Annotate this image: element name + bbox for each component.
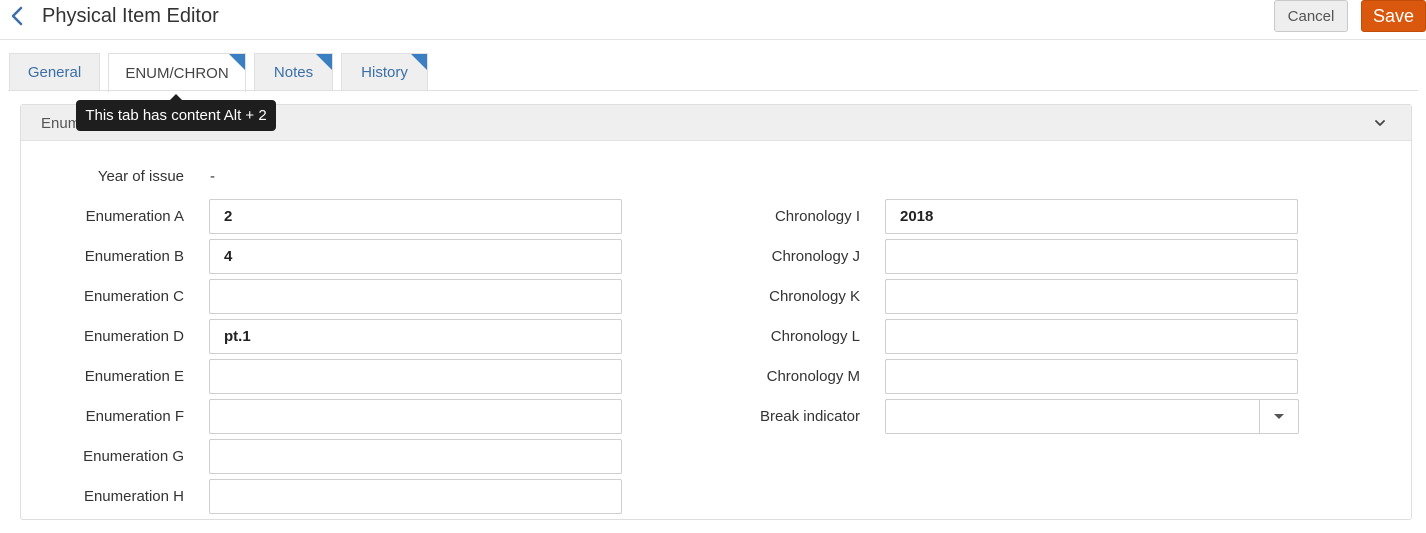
- enumeration-d-label: Enumeration D: [83, 328, 184, 345]
- enumeration-a-field[interactable]: [209, 199, 622, 234]
- cancel-button[interactable]: Cancel: [1274, 0, 1348, 32]
- chevron-down-icon[interactable]: [1373, 117, 1387, 129]
- enumeration-e-label: Enumeration E: [84, 368, 184, 385]
- tab-history[interactable]: History: [341, 53, 428, 91]
- page-title: Physical Item Editor: [42, 5, 219, 27]
- enumeration-g-field[interactable]: [209, 439, 622, 474]
- tab-label: History: [361, 64, 408, 81]
- chronology-l-label: Chronology L: [770, 328, 860, 345]
- tab-label: Notes: [273, 64, 314, 81]
- chronology-j-field[interactable]: [885, 239, 1298, 274]
- has-content-indicator: [316, 54, 332, 70]
- save-button[interactable]: Save: [1361, 0, 1426, 32]
- enumeration-g-label: Enumeration G: [83, 448, 184, 465]
- enumeration-f-field[interactable]: [209, 399, 622, 434]
- chevron-left-icon: [11, 6, 23, 26]
- tab-enum-chron[interactable]: ENUM/CHRON: [108, 53, 246, 92]
- caret-down-icon[interactable]: [1274, 414, 1284, 419]
- tabs-divider: [8, 90, 1418, 91]
- enumeration-h-field[interactable]: [209, 479, 622, 514]
- tab-general[interactable]: General: [9, 53, 100, 91]
- tab-notes[interactable]: Notes: [254, 53, 333, 91]
- break-indicator-label: Break indicator: [759, 408, 860, 425]
- chronology-i-field[interactable]: [885, 199, 1298, 234]
- enumeration-b-label: Enumeration B: [84, 248, 184, 265]
- back-button[interactable]: [8, 4, 26, 28]
- enumeration-b-field[interactable]: [209, 239, 622, 274]
- tab-tooltip: This tab has content Alt + 2: [76, 94, 276, 131]
- chronology-k-label: Chronology K: [769, 288, 860, 305]
- chronology-m-label: Chronology M: [766, 368, 860, 385]
- chronology-j-label: Chronology J: [771, 248, 860, 265]
- page-header: Physical Item Editor Cancel Save: [0, 0, 1426, 40]
- chronology-m-field[interactable]: [885, 359, 1298, 394]
- enumeration-e-field[interactable]: [209, 359, 622, 394]
- enumeration-h-label: Enumeration H: [83, 488, 184, 505]
- enumeration-c-field[interactable]: [209, 279, 622, 314]
- enumeration-c-label: Enumeration C: [83, 288, 184, 305]
- select-divider: [1259, 400, 1260, 433]
- chronology-i-label: Chronology I: [774, 208, 860, 225]
- enumeration-f-label: Enumeration F: [85, 408, 184, 425]
- chronology-l-field[interactable]: [885, 319, 1298, 354]
- has-content-indicator: [411, 54, 427, 70]
- chronology-k-field[interactable]: [885, 279, 1298, 314]
- break-indicator-select[interactable]: [885, 399, 1299, 434]
- tab-label: General: [27, 64, 82, 81]
- has-content-indicator: [229, 54, 245, 70]
- enumeration-d-field[interactable]: [209, 319, 622, 354]
- enumeration-a-label: Enumeration A: [85, 208, 184, 225]
- year-of-issue-value: -: [210, 168, 215, 185]
- year-of-issue-label: Year of issue: [97, 168, 184, 185]
- tab-label: ENUM/CHRON: [125, 64, 229, 82]
